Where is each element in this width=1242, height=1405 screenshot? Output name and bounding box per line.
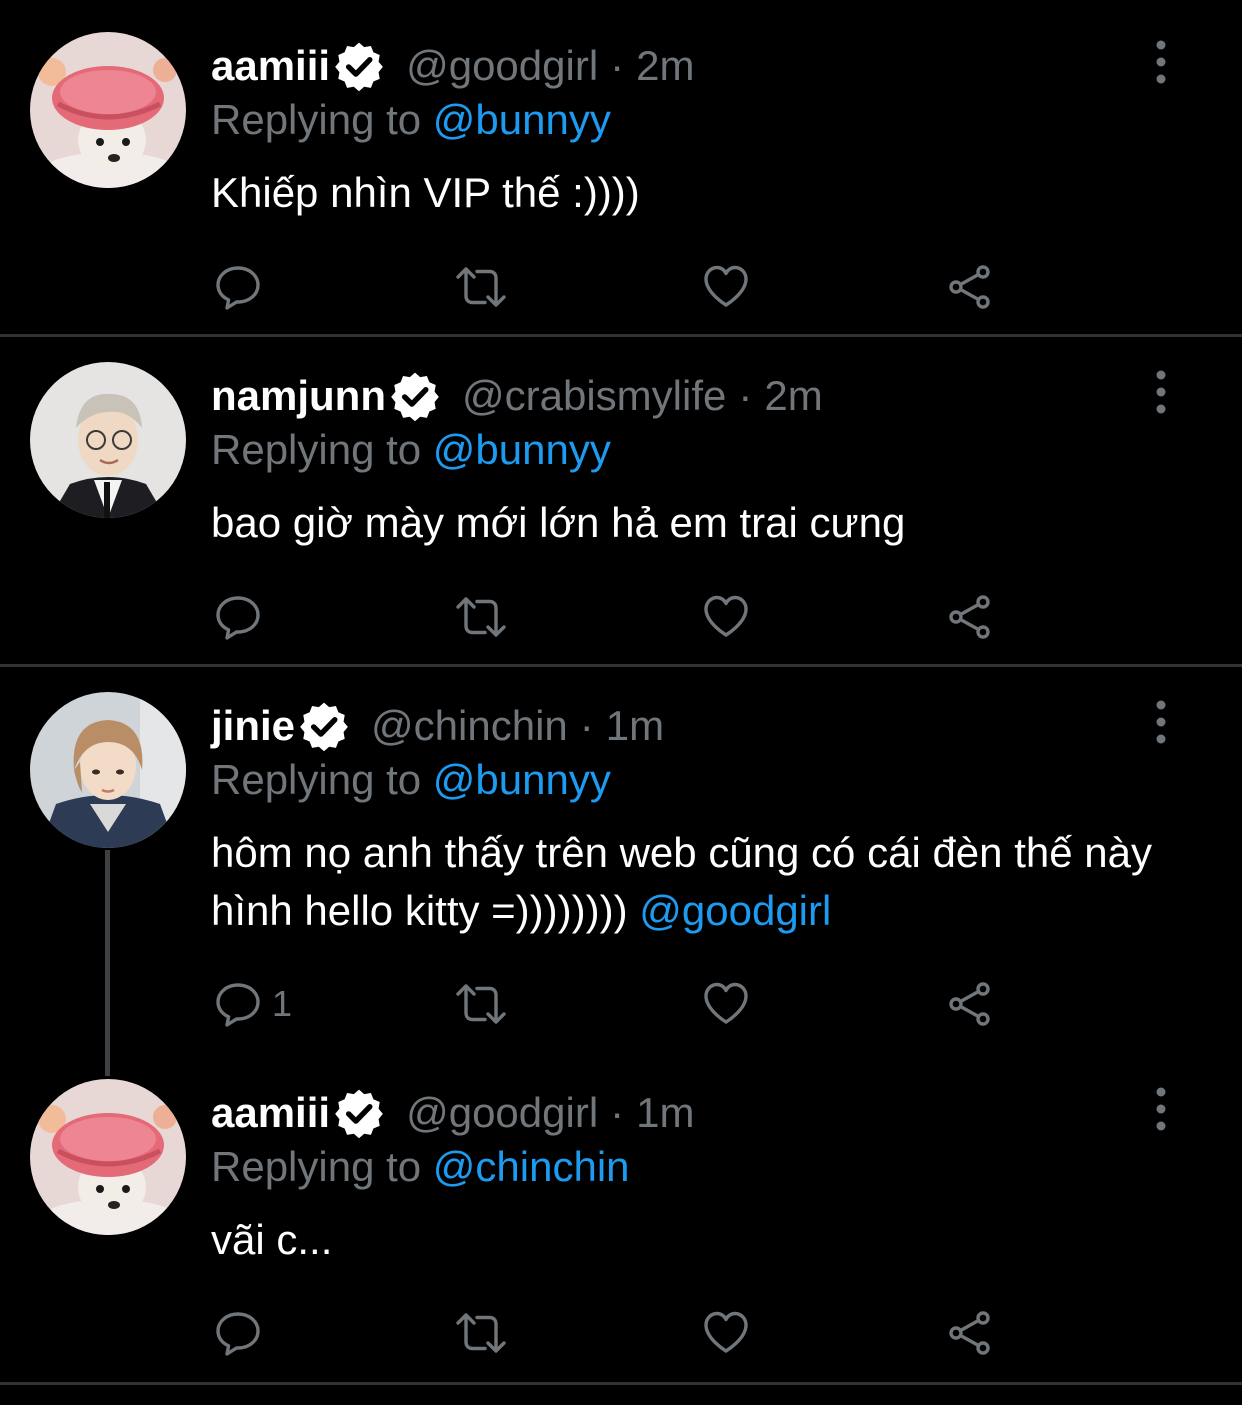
tweet-text: bao giờ mày mới lớn hả em trai cưng [211,494,1201,552]
tweet-actions: 1 [0,974,1242,1034]
heart-icon [702,980,750,1028]
heart-icon [702,263,750,311]
tweet-header: aamiii @goodgirl · 1m [211,1087,695,1139]
replying-prefix: Replying to [211,96,422,143]
tweet[interactable]: jinie @chinchin · 1m Replying to @bunnyy… [0,660,1242,1050]
avatar[interactable] [30,1079,186,1235]
reply-button[interactable] [214,1303,272,1363]
replying-prefix: Replying to [211,756,422,803]
retweet-icon [453,263,509,311]
display-name[interactable]: namjunn [211,372,386,420]
separator-dot: · [610,42,625,89]
reply-button[interactable] [214,587,272,647]
tweet[interactable]: aamiii @goodgirl · 1m Replying to @chinc… [0,1047,1242,1382]
retweet-button[interactable] [453,1303,509,1363]
like-button[interactable] [702,974,750,1034]
verified-badge-icon [332,39,386,93]
separator-dot: · [610,1089,625,1136]
divider [0,1382,1242,1385]
replying-prefix: Replying to [211,1143,422,1190]
replying-to: Replying to @bunnyy [211,426,611,474]
tweet-header: namjunn @crabismylife · 2m [211,370,823,422]
tweet-actions [0,257,1242,317]
like-button[interactable] [702,1303,750,1363]
retweet-button[interactable] [453,587,509,647]
share-button[interactable] [946,974,994,1034]
like-button[interactable] [702,587,750,647]
user-handle[interactable]: @goodgirl [406,42,598,90]
retweet-icon [453,1309,509,1357]
replying-mention-link[interactable]: @bunnyy [433,96,611,143]
reply-button[interactable]: 1 [214,974,292,1034]
replying-to: Replying to @bunnyy [211,756,611,804]
tweet-text-content: bao giờ mày mới lớn hả em trai cưng [211,499,906,546]
tweet-text-content: vãi c... [211,1216,333,1263]
more-vertical-icon[interactable] [1148,370,1174,414]
tweet-header: aamiii @goodgirl · 2m [211,40,695,92]
tweet-actions [0,1303,1242,1363]
display-name[interactable]: aamiii [211,1089,330,1137]
tweet[interactable]: aamiii @goodgirl · 2m Replying to @bunny… [0,0,1242,335]
like-button[interactable] [702,257,750,317]
more-vertical-icon[interactable] [1148,1087,1174,1131]
tweet-text: Khiếp nhìn VIP thế :)))) [211,164,1201,222]
more-vertical-icon[interactable] [1148,700,1174,744]
share-icon [946,263,994,311]
tweet-actions [0,587,1242,647]
reply-icon [214,980,262,1028]
timestamp[interactable]: 2m [764,372,822,420]
reply-icon [214,593,262,641]
user-handle[interactable]: @chinchin [371,702,568,750]
tweet-text: hôm nọ anh thấy trên web cũng có cái đèn… [211,824,1201,940]
avatar[interactable] [30,32,186,188]
heart-icon [702,593,750,641]
reply-icon [214,1309,262,1357]
share-button[interactable] [946,587,994,647]
verified-badge-icon [388,369,442,423]
avatar[interactable] [30,692,186,848]
more-vertical-icon[interactable] [1148,40,1174,84]
share-icon [946,1309,994,1357]
share-icon [946,593,994,641]
avatar[interactable] [30,362,186,518]
tweet-text-content: Khiếp nhìn VIP thế :)))) [211,169,640,216]
share-button[interactable] [946,1303,994,1363]
tweet-text: vãi c... [211,1211,1201,1269]
retweet-button[interactable] [453,257,509,317]
replying-prefix: Replying to [211,426,422,473]
replying-to: Replying to @chinchin [211,1143,630,1191]
tweet[interactable]: namjunn @crabismylife · 2m Replying to @… [0,330,1242,665]
reply-icon [214,263,262,311]
display-name[interactable]: jinie [211,702,295,750]
replying-mention-link[interactable]: @bunnyy [433,426,611,473]
retweet-icon [453,593,509,641]
share-icon [946,980,994,1028]
timestamp[interactable]: 2m [636,42,694,90]
timestamp[interactable]: 1m [636,1089,694,1137]
heart-icon [702,1309,750,1357]
replying-mention-link[interactable]: @chinchin [433,1143,630,1190]
separator-dot: · [579,702,594,749]
display-name[interactable]: aamiii [211,42,330,90]
user-handle[interactable]: @crabismylife [462,372,726,420]
reply-button[interactable] [214,257,272,317]
share-button[interactable] [946,257,994,317]
retweet-button[interactable] [453,974,509,1034]
replying-to: Replying to @bunnyy [211,96,611,144]
reply-count: 1 [272,983,293,1024]
verified-badge-icon [297,699,351,753]
verified-badge-icon [332,1086,386,1140]
timestamp[interactable]: 1m [606,702,664,750]
user-handle[interactable]: @goodgirl [406,1089,598,1137]
separator-dot: · [738,372,753,419]
tweet-header: jinie @chinchin · 1m [211,700,664,752]
retweet-icon [453,980,509,1028]
tweet-text-mention[interactable]: @goodgirl [639,887,831,934]
replying-mention-link[interactable]: @bunnyy [433,756,611,803]
